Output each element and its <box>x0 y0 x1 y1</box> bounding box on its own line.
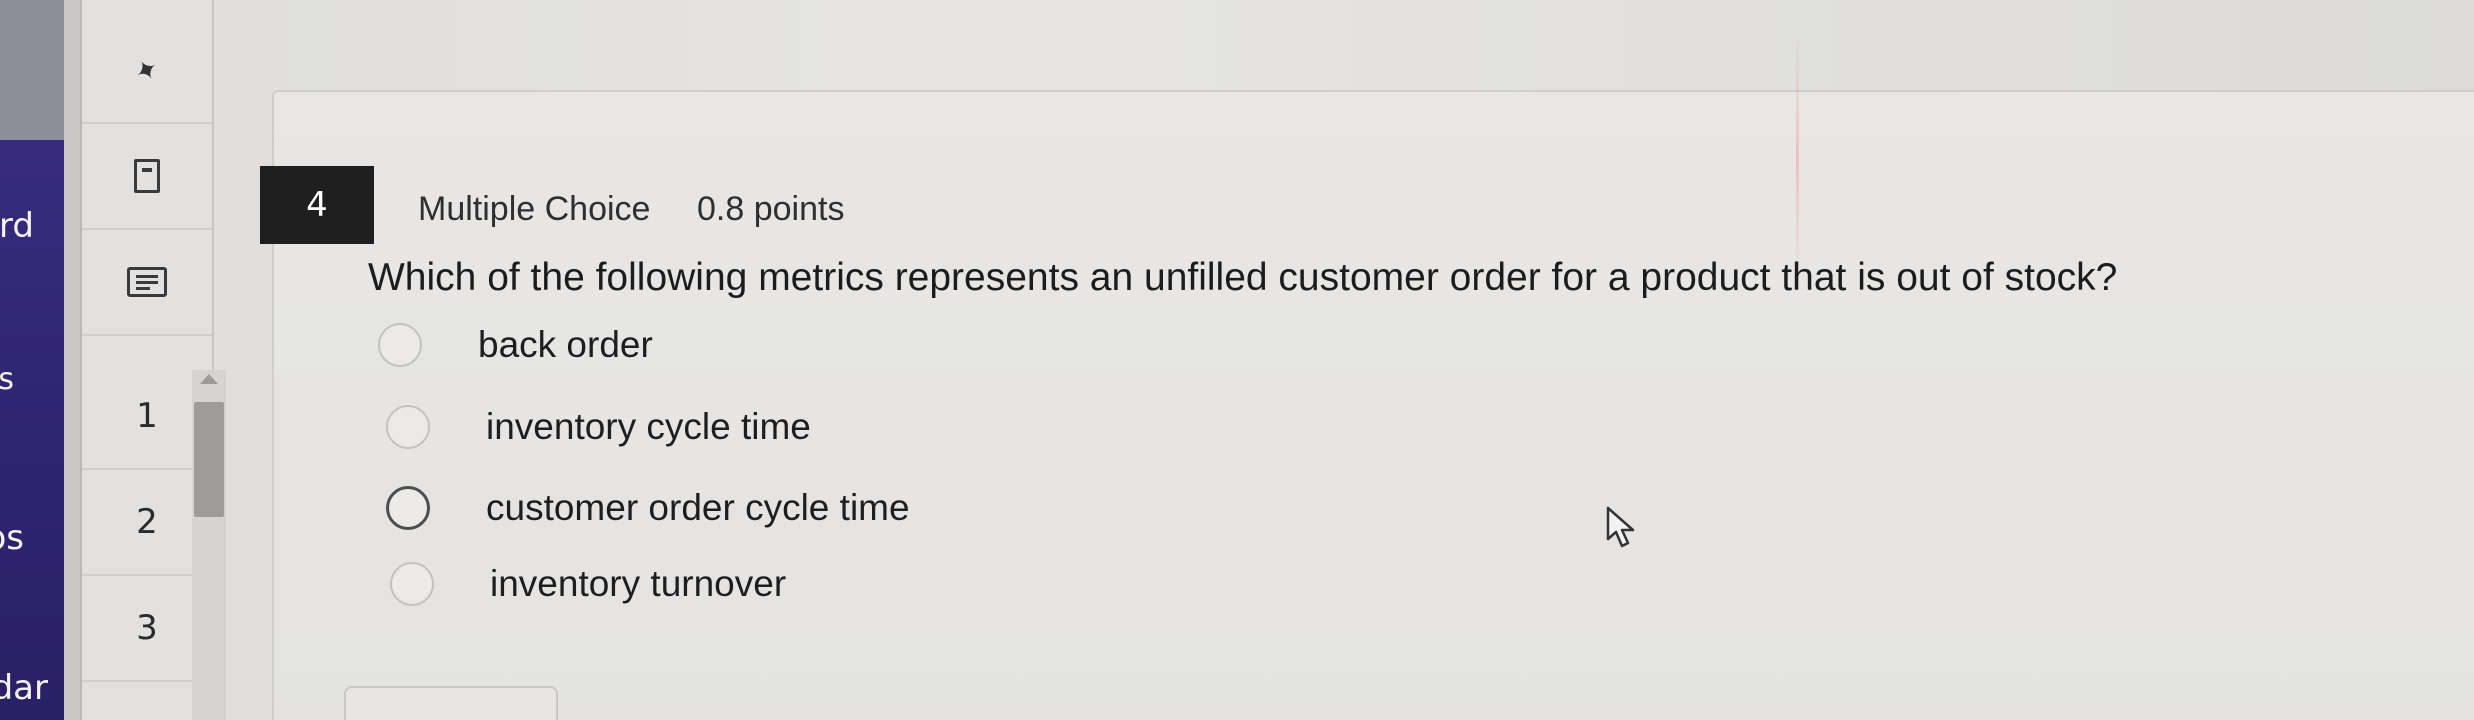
notes-icon <box>127 267 167 297</box>
nav-top-block <box>0 0 64 140</box>
radio-button[interactable] <box>378 323 422 367</box>
radio-button[interactable] <box>386 405 430 449</box>
nav-item-3[interactable]: os <box>0 518 24 558</box>
answer-option[interactable]: inventory cycle time <box>386 405 811 449</box>
left-navigation: rd es os dar <box>0 0 64 720</box>
answer-option[interactable]: inventory turnover <box>390 562 786 606</box>
nav-divider <box>64 0 82 720</box>
question-number-badge: 4 <box>260 166 374 244</box>
pin-button[interactable]: ✦ <box>82 18 212 124</box>
answer-option-label: inventory cycle time <box>486 406 811 447</box>
mouse-pointer-icon <box>1606 506 1635 548</box>
bookmark-button[interactable] <box>82 124 212 230</box>
nav-item-4[interactable]: dar <box>0 668 48 708</box>
question-text: Which of the following metrics represent… <box>368 256 2118 299</box>
bookmark-icon <box>134 159 160 193</box>
nav-item-2[interactable]: es <box>0 362 14 397</box>
nav-item-1[interactable]: rd <box>0 206 34 246</box>
bottom-control[interactable] <box>344 686 558 720</box>
answer-option-label: inventory turnover <box>490 563 787 604</box>
answer-option-label: back order <box>478 324 653 365</box>
notes-button[interactable] <box>82 230 212 336</box>
question-type: Multiple Choice <box>418 190 651 228</box>
radio-button[interactable] <box>390 562 434 606</box>
answer-option-label: customer order cycle time <box>486 487 910 528</box>
pin-icon: ✦ <box>128 49 166 91</box>
radio-button[interactable] <box>386 486 430 530</box>
scroll-thumb[interactable] <box>194 402 224 517</box>
scroll-up-arrow-icon[interactable] <box>200 374 218 384</box>
answer-option[interactable]: back order <box>378 323 653 367</box>
browser-screen: { "leftnav": { "items": ["rd", "es", "os… <box>0 0 2474 720</box>
screen-glare <box>1796 30 1799 290</box>
rail-scrollbar[interactable] <box>192 370 226 720</box>
answer-option[interactable]: customer order cycle time <box>386 486 910 530</box>
question-points: 0.8 points <box>697 190 845 228</box>
